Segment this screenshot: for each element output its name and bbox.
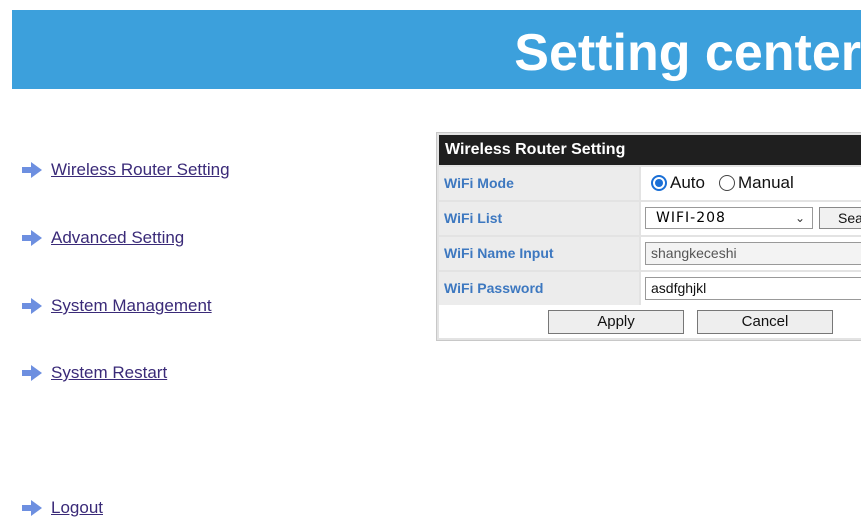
wireless-router-setting-panel: Wireless Router Setting WiFi Mode Auto M…: [436, 132, 861, 341]
sidebar-item-wireless-router-setting[interactable]: Wireless Router Setting: [22, 158, 230, 182]
arrow-right-icon: [22, 365, 42, 381]
radio-auto-label[interactable]: Auto: [670, 173, 705, 193]
wifi-name-input[interactable]: shangkeceshi: [645, 242, 861, 265]
radio-manual[interactable]: Manual: [719, 173, 794, 193]
arrow-right-icon: [22, 298, 42, 314]
sidebar-item-system-restart[interactable]: System Restart: [22, 361, 167, 385]
wifi-password-row: WiFi Password asdfghjkl: [439, 272, 861, 305]
arrow-right-icon: [22, 162, 42, 178]
wifi-mode-label: WiFi Mode: [439, 167, 639, 200]
wifi-name-value: shangkeceshi: [641, 237, 861, 270]
apply-button[interactable]: Apply: [548, 310, 684, 334]
arrow-right-icon: [22, 500, 42, 516]
sidebar-item-advanced-setting[interactable]: Advanced Setting: [22, 226, 184, 250]
wifi-name-row: WiFi Name Input shangkeceshi: [439, 237, 861, 270]
sidebar-item-label[interactable]: System Management: [51, 296, 212, 316]
radio-manual-button[interactable]: [719, 175, 735, 191]
search-button[interactable]: Sea: [819, 207, 861, 229]
page-title: Setting center: [514, 24, 861, 82]
wifi-mode-row: WiFi Mode Auto Manual: [439, 167, 861, 200]
wifi-list-select[interactable]: WIFI-208 ⌄: [645, 207, 813, 229]
sidebar-item-label[interactable]: System Restart: [51, 363, 167, 383]
wifi-password-input[interactable]: asdfghjkl: [645, 277, 861, 300]
radio-auto-button[interactable]: [651, 175, 667, 191]
wifi-name-label: WiFi Name Input: [439, 237, 639, 270]
radio-auto[interactable]: Auto: [651, 173, 705, 193]
sidebar-item-system-management[interactable]: System Management: [22, 294, 212, 318]
wifi-list-row: WiFi List WIFI-208 ⌄ Sea: [439, 202, 861, 235]
sidebar-item-label[interactable]: Logout: [51, 498, 103, 518]
wifi-password-label: WiFi Password: [439, 272, 639, 305]
wifi-password-value: asdfghjkl: [641, 272, 861, 305]
button-row: Apply Cancel: [439, 305, 861, 338]
wifi-list-value: WIFI-208 ⌄ Sea: [641, 202, 861, 235]
wifi-list-label: WiFi List: [439, 202, 639, 235]
radio-manual-label[interactable]: Manual: [738, 173, 794, 193]
sidebar-item-logout[interactable]: Logout: [22, 496, 103, 520]
panel-title: Wireless Router Setting: [439, 135, 861, 165]
header-banner: Setting center: [12, 10, 861, 89]
sidebar-item-label[interactable]: Wireless Router Setting: [51, 160, 230, 180]
sidebar-item-label[interactable]: Advanced Setting: [51, 228, 184, 248]
arrow-right-icon: [22, 230, 42, 246]
cancel-button[interactable]: Cancel: [697, 310, 833, 334]
wifi-list-selected: WIFI-208: [656, 210, 726, 226]
chevron-down-icon: ⌄: [794, 211, 806, 225]
wifi-mode-value: Auto Manual: [641, 167, 861, 200]
